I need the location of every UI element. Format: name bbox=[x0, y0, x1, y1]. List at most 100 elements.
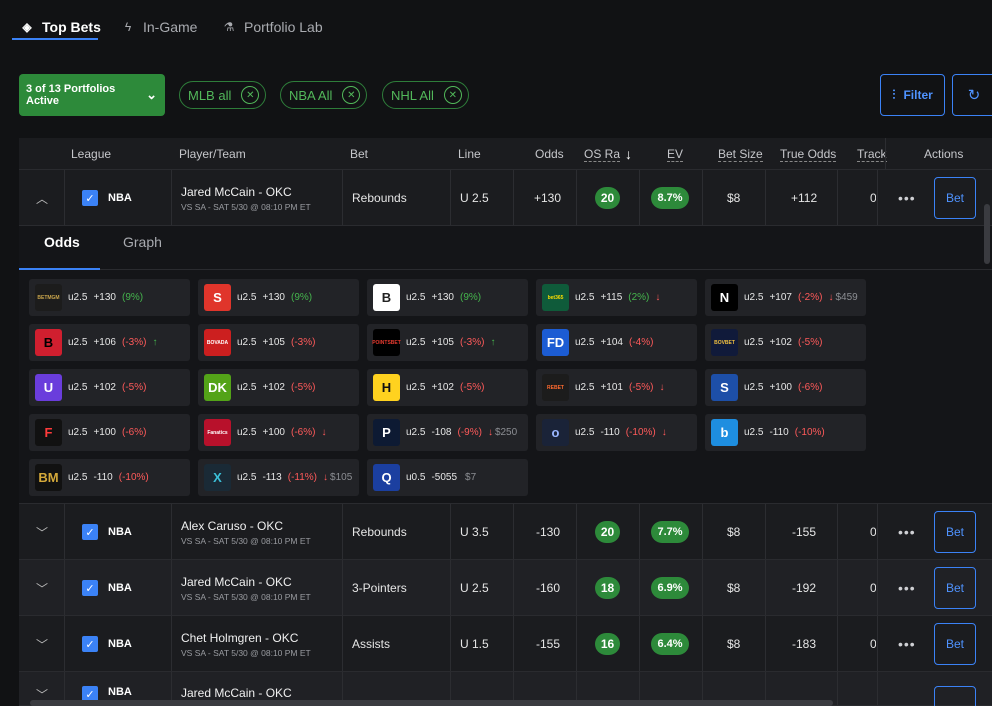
odds-card[interactable]: bet365 u2.5 +115 (2%) ↓ bbox=[536, 279, 697, 316]
filter-button[interactable]: ⫶ Filter bbox=[880, 74, 945, 116]
row-checkbox[interactable]: ✓ bbox=[82, 170, 98, 226]
odds-card[interactable]: Su2.5 +130 (9%) bbox=[198, 279, 359, 316]
odds-cell: +130 bbox=[534, 191, 562, 205]
table-row[interactable]: ﹀ ✓ NBA Alex Caruso - OKC VS SA - SAT 5/30 @… bbox=[19, 504, 992, 560]
odds-card[interactable]: Bu2.5 +106 (-3%) ↑ bbox=[29, 324, 190, 361]
odds-line: u2.5 bbox=[406, 427, 426, 438]
odds-percent: (9%) bbox=[122, 292, 144, 303]
odds-card[interactable]: Hu2.5 +102 (-5%) bbox=[367, 369, 528, 406]
odds-card[interactable]: Su2.5 +100 (-6%) bbox=[705, 369, 866, 406]
column-divider bbox=[171, 504, 172, 559]
chip-nhl[interactable]: NHL All ✕ bbox=[382, 81, 469, 109]
odds-line: u2.5 bbox=[575, 292, 595, 303]
odds-value: +130 bbox=[431, 292, 454, 303]
odds-card[interactable]: BETMGM u2.5 +130 (9%) bbox=[29, 279, 190, 316]
vertical-scrollbar[interactable] bbox=[984, 204, 990, 264]
odds-card[interactable]: Fanatics u2.5 +100 (-6%) ↓ bbox=[198, 414, 359, 451]
odds-card[interactable]: FD u2.5 +104 (-4%) bbox=[536, 324, 697, 361]
chip-mlb[interactable]: MLB all ✕ bbox=[179, 81, 267, 109]
bet-button[interactable]: Bet bbox=[934, 623, 976, 665]
col-ev[interactable]: EV bbox=[667, 138, 707, 170]
col-league[interactable]: League bbox=[71, 138, 171, 170]
odds-card[interactable]: b u2.5 -110 (-10%) bbox=[705, 414, 866, 451]
row-checkbox[interactable]: ✓ bbox=[82, 560, 98, 616]
tracked-cell: 0 bbox=[870, 581, 876, 595]
close-icon[interactable]: ✕ bbox=[342, 86, 361, 104]
chevron-up-icon[interactable]: ︿ bbox=[35, 170, 49, 226]
league-cell: NBA bbox=[108, 638, 132, 650]
refresh-icon: ↻ bbox=[967, 87, 981, 104]
odds-line: u2.5 bbox=[68, 292, 88, 303]
odds-percent: (-5%) bbox=[798, 337, 823, 348]
odds-line: u2.5 bbox=[68, 427, 88, 438]
refresh-button[interactable]: ↻ bbox=[952, 74, 992, 116]
odds-card[interactable]: o u2.5 -110 (-10%) ↓ bbox=[536, 414, 697, 451]
col-tracked[interactable]: Tracke bbox=[857, 138, 887, 170]
odds-card[interactable]: BOVADA u2.5 +105 (-3%) bbox=[198, 324, 359, 361]
table-row[interactable]: ﹀ ✓ NBA Jared McCain - OKC VS SA - SAT 5/30 … bbox=[19, 560, 992, 616]
portfolios-dropdown[interactable]: 3 of 13 Portfolios Active ⌄ bbox=[19, 74, 165, 116]
trend-down-icon: ↓ bbox=[661, 427, 667, 438]
odds-card[interactable]: Bu2.5 +130 (9%) bbox=[367, 279, 528, 316]
column-divider bbox=[639, 504, 640, 559]
bet-button[interactable]: Bet bbox=[934, 567, 976, 609]
ev-badge: 7.7% bbox=[651, 521, 689, 543]
line-cell: U 2.5 bbox=[460, 581, 489, 595]
col-line[interactable]: Line bbox=[458, 138, 518, 170]
odds-card[interactable]: REBET u2.5 +101 (-5%) ↓ bbox=[536, 369, 697, 406]
col-player[interactable]: Player/Team bbox=[179, 138, 339, 170]
more-icon[interactable]: ••• bbox=[898, 190, 916, 206]
odds-line: u2.5 bbox=[237, 427, 257, 438]
odds-limit: $105 bbox=[330, 472, 353, 483]
row-checkbox[interactable]: ✓ bbox=[82, 616, 98, 672]
table-row[interactable]: ︿ ✓ NBA Jared McCain - OKC VS SA - SAT 5/… bbox=[19, 170, 992, 226]
more-icon[interactable]: ••• bbox=[898, 636, 916, 652]
bet-button[interactable] bbox=[934, 686, 976, 706]
tab-in-game[interactable]: ϟ In-Game bbox=[121, 16, 198, 38]
more-icon[interactable]: ••• bbox=[898, 580, 916, 596]
tab-label: Portfolio Lab bbox=[244, 19, 323, 35]
odds-card[interactable]: BM u2.5 -110 (-10%) bbox=[29, 459, 190, 496]
sportsbook-logo: b bbox=[711, 419, 738, 446]
odds-card[interactable]: BOVBET u2.5 +102 (-5%) bbox=[705, 324, 866, 361]
more-icon[interactable]: ••• bbox=[898, 524, 916, 540]
sportsbook-logo: BOVBET bbox=[711, 329, 738, 356]
close-icon[interactable]: ✕ bbox=[443, 86, 462, 104]
col-odds[interactable]: Odds bbox=[535, 138, 585, 170]
tab-portfolio-lab[interactable]: ⚗ Portfolio Lab bbox=[222, 16, 323, 38]
col-bet[interactable]: Bet bbox=[350, 138, 430, 170]
col-os-rating[interactable]: OS Ra ↓ bbox=[584, 138, 634, 170]
odds-card[interactable]: POINTSBET u2.5 +105 (-3%) ↑ bbox=[367, 324, 528, 361]
odds-card[interactable]: DK u2.5 +102 (-5%) bbox=[198, 369, 359, 406]
odds-panel: Odds Graph BETMGM u2.5 +130 (9%) Su2.5 +130 (9… bbox=[19, 226, 992, 504]
tracked-cell: 0 bbox=[870, 191, 876, 205]
chevron-down-icon[interactable]: ﹀ bbox=[35, 560, 49, 616]
odds-card[interactable]: Uu2.5 +102 (-5%) bbox=[29, 369, 190, 406]
subtab-label: Odds bbox=[44, 234, 80, 250]
row-checkbox[interactable]: ✓ bbox=[82, 504, 98, 560]
subtab-graph[interactable]: Graph bbox=[123, 226, 162, 258]
subtab-odds[interactable]: Odds bbox=[44, 226, 80, 258]
table-row[interactable]: ﹀ ✓ NBA Chet Holmgren - OKC VS SA - SAT 5/30… bbox=[19, 616, 992, 672]
col-true-odds[interactable]: True Odds bbox=[780, 138, 850, 170]
ev-badge: 8.7% bbox=[651, 187, 689, 209]
close-icon[interactable]: ✕ bbox=[241, 86, 260, 104]
os-rating-badge: 20 bbox=[595, 521, 620, 543]
col-bet-size[interactable]: Bet Size bbox=[718, 138, 778, 170]
odds-card[interactable]: Xu2.5 -113 (-11%) ↓ $105 bbox=[198, 459, 359, 496]
bet-button[interactable]: Bet bbox=[934, 177, 976, 219]
bet-size-cell: $8 bbox=[727, 637, 741, 651]
odds-card[interactable]: Pu2.5 -108 (-9%) ↓ $250 bbox=[367, 414, 528, 451]
tab-top-bets[interactable]: ◈ Top Bets bbox=[20, 16, 100, 38]
odds-line: u2.5 bbox=[237, 337, 257, 348]
odds-card[interactable]: Fu2.5 +100 (-6%) bbox=[29, 414, 190, 451]
odds-card[interactable]: Nu2.5 +107 (-2%) ↓ $459 bbox=[705, 279, 866, 316]
chip-nba[interactable]: NBA All ✕ bbox=[280, 81, 368, 109]
odds-card[interactable]: Qu0.5 -5055 $7 bbox=[367, 459, 528, 496]
chevron-down-icon[interactable]: ﹀ bbox=[35, 504, 49, 560]
true-odds-cell: +112 bbox=[791, 191, 818, 205]
horizontal-scrollbar[interactable] bbox=[30, 700, 833, 706]
chevron-down-icon[interactable]: ﹀ bbox=[35, 616, 49, 672]
chevron-down-icon: ⌄ bbox=[146, 87, 157, 102]
bet-button[interactable]: Bet bbox=[934, 511, 976, 553]
